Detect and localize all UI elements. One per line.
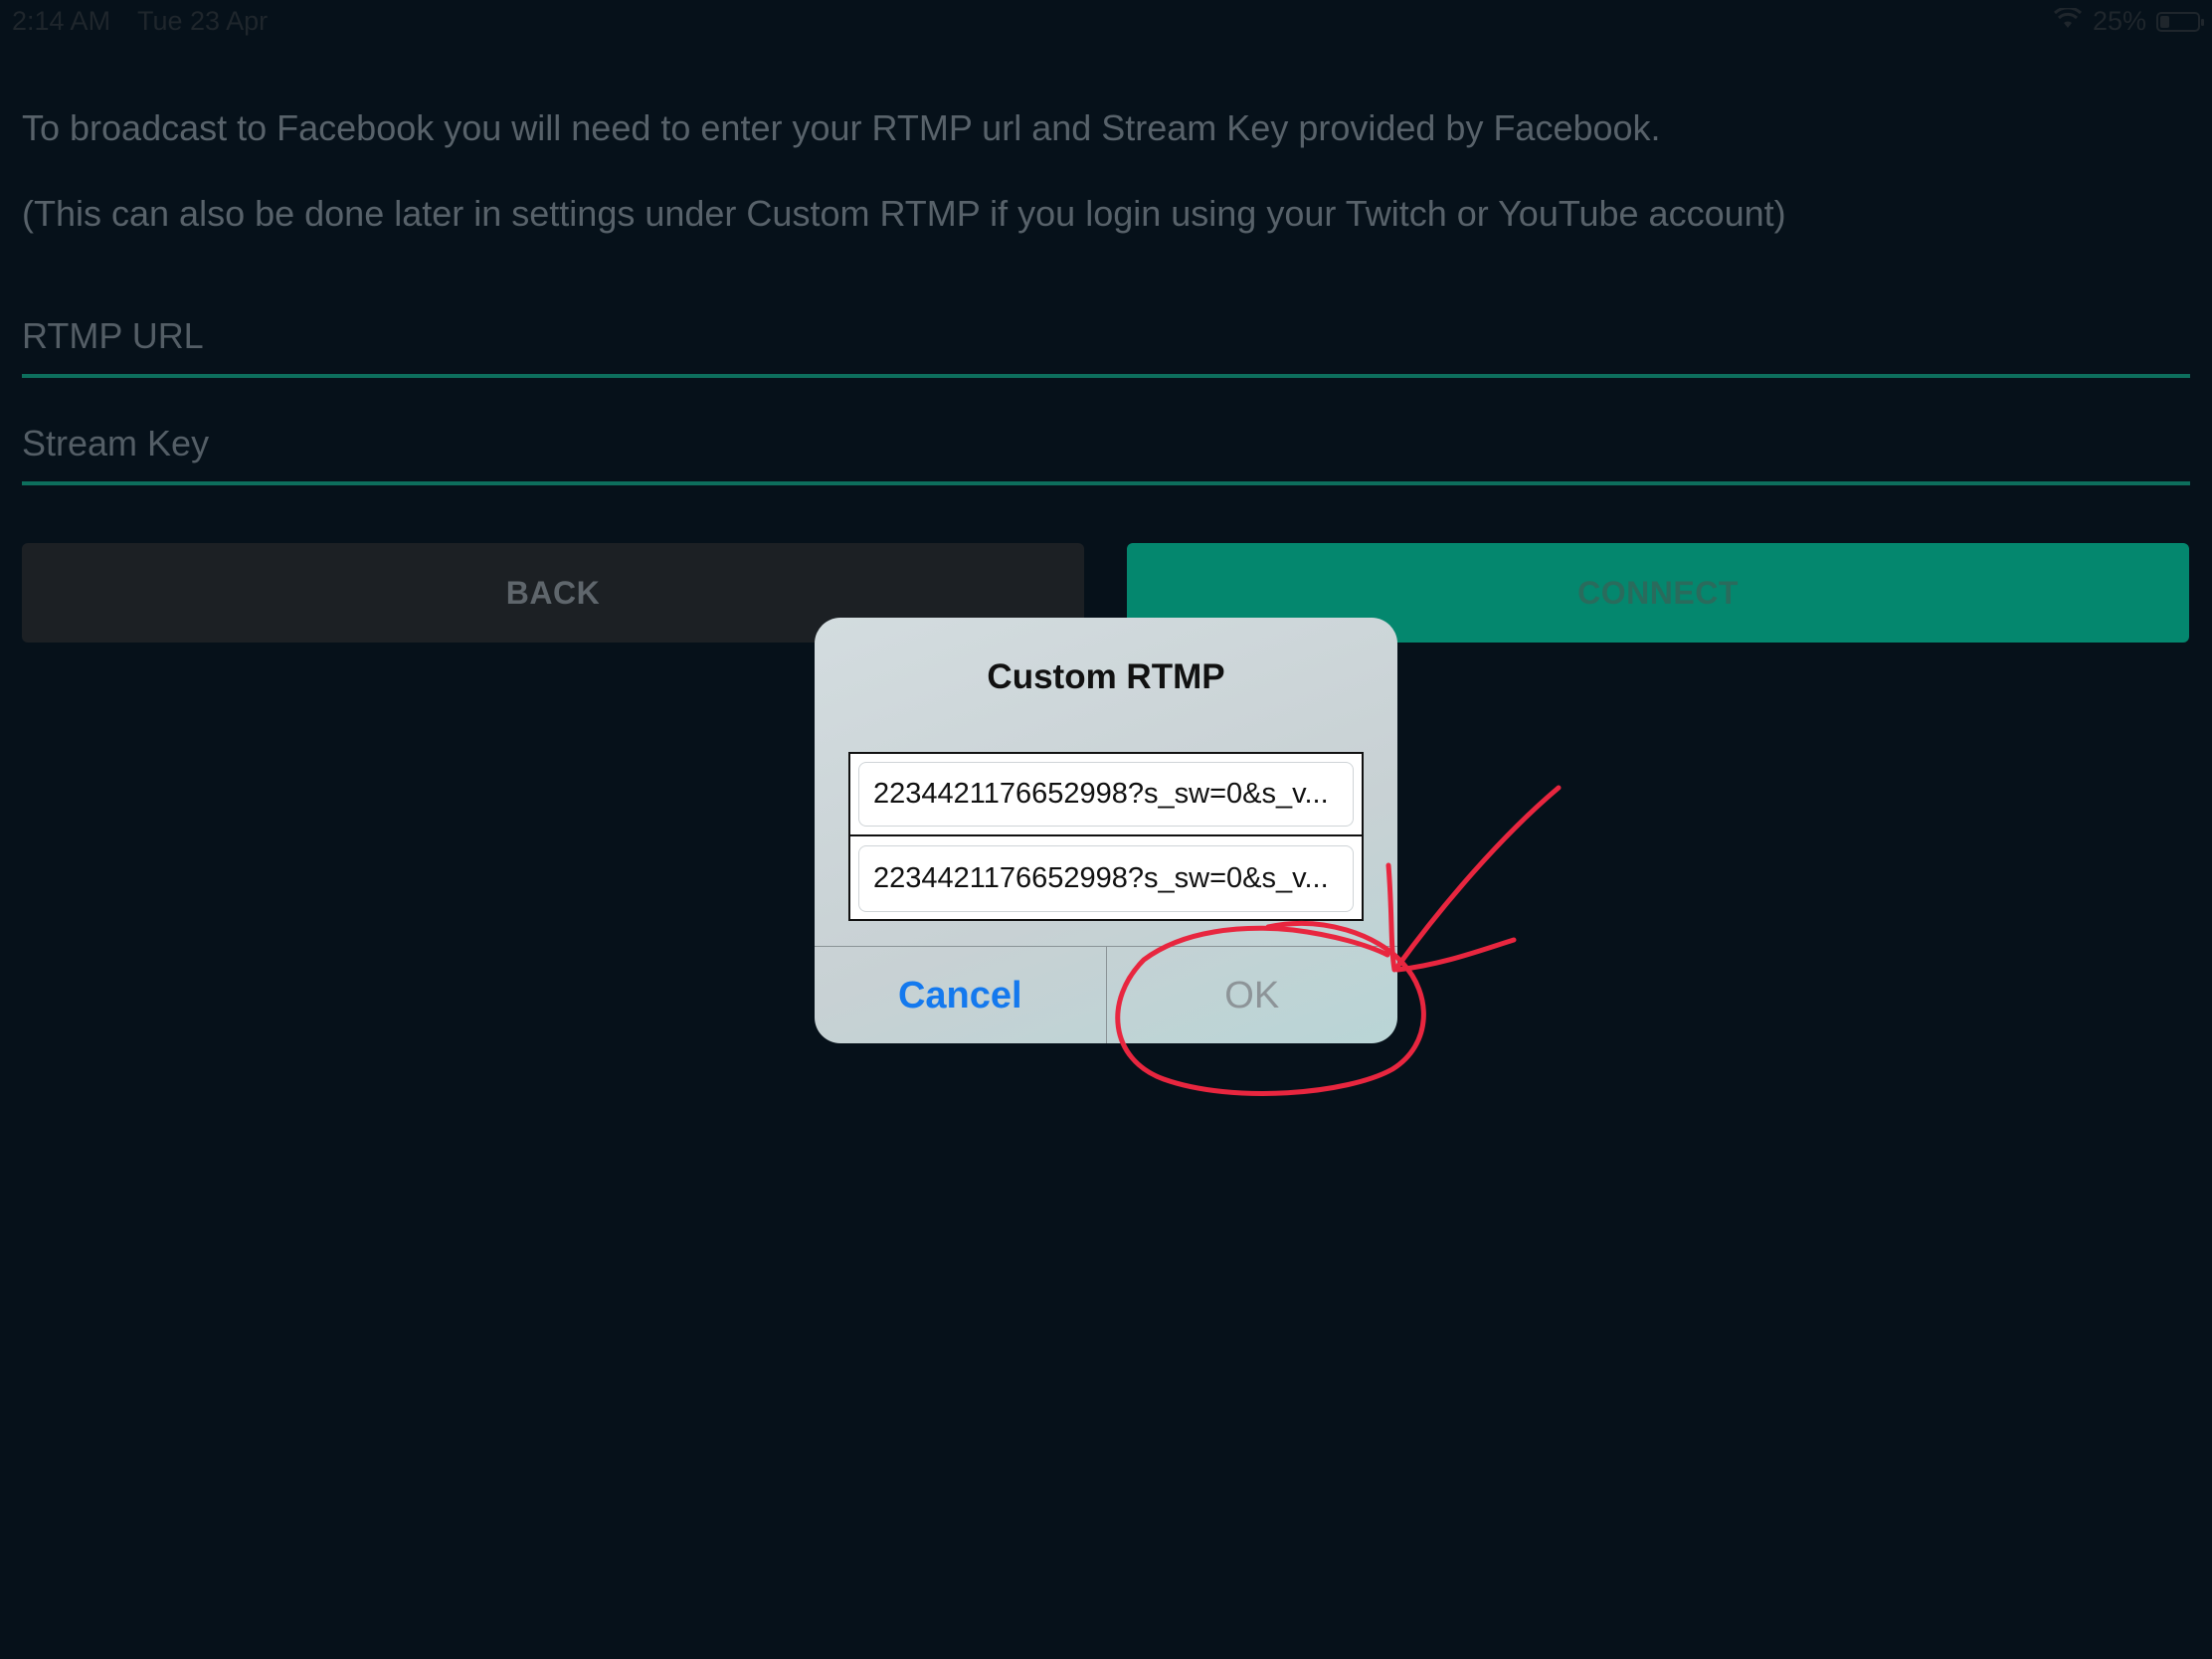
status-right: 25% <box>2053 6 2204 37</box>
annotation-arrow-head-right <box>1394 937 1517 973</box>
wifi-icon <box>2053 6 2083 37</box>
battery-percent: 25% <box>2092 6 2146 36</box>
app-screen: 2:14 AM Tue 23 Apr 25% To broadcast to F… <box>0 0 2212 1659</box>
dialog-key-input[interactable]: 2234421176652998?s_sw=0&s_v... <box>858 845 1354 912</box>
stream-key-input[interactable] <box>22 406 2190 481</box>
rtmp-url-input[interactable] <box>22 298 2190 374</box>
battery-fill <box>2160 15 2169 28</box>
dialog-title: Custom RTMP <box>987 657 1225 696</box>
status-bar: 2:14 AM Tue 23 Apr 25% <box>0 0 2212 44</box>
stream-key-field <box>22 406 2190 485</box>
rtmp-url-field <box>22 298 2190 378</box>
battery-tip <box>2201 18 2204 26</box>
custom-rtmp-dialog: Custom RTMP 2234421176652998?s_sw=0&s_v.… <box>815 618 1397 1043</box>
battery-icon <box>2156 11 2204 32</box>
dialog-field-row-1: 2234421176652998?s_sw=0&s_v... <box>850 754 1362 836</box>
dialog-actions: Cancel OK <box>815 946 1397 1043</box>
dialog-fields: 2234421176652998?s_sw=0&s_v... 223442117… <box>848 752 1364 921</box>
status-time: 2:14 AM <box>12 6 111 36</box>
dialog-field-row-2: 2234421176652998?s_sw=0&s_v... <box>850 837 1362 920</box>
ok-button[interactable]: OK <box>1107 947 1398 1043</box>
status-date: Tue 23 Apr <box>137 6 269 36</box>
cancel-button[interactable]: Cancel <box>815 947 1107 1043</box>
intro-text-line1: To broadcast to Facebook you will need t… <box>22 107 1661 148</box>
intro-text-line2: (This can also be done later in settings… <box>22 193 1786 234</box>
dialog-url-input[interactable]: 2234421176652998?s_sw=0&s_v... <box>858 762 1354 827</box>
annotation-arrow-shaft <box>1394 785 1562 970</box>
